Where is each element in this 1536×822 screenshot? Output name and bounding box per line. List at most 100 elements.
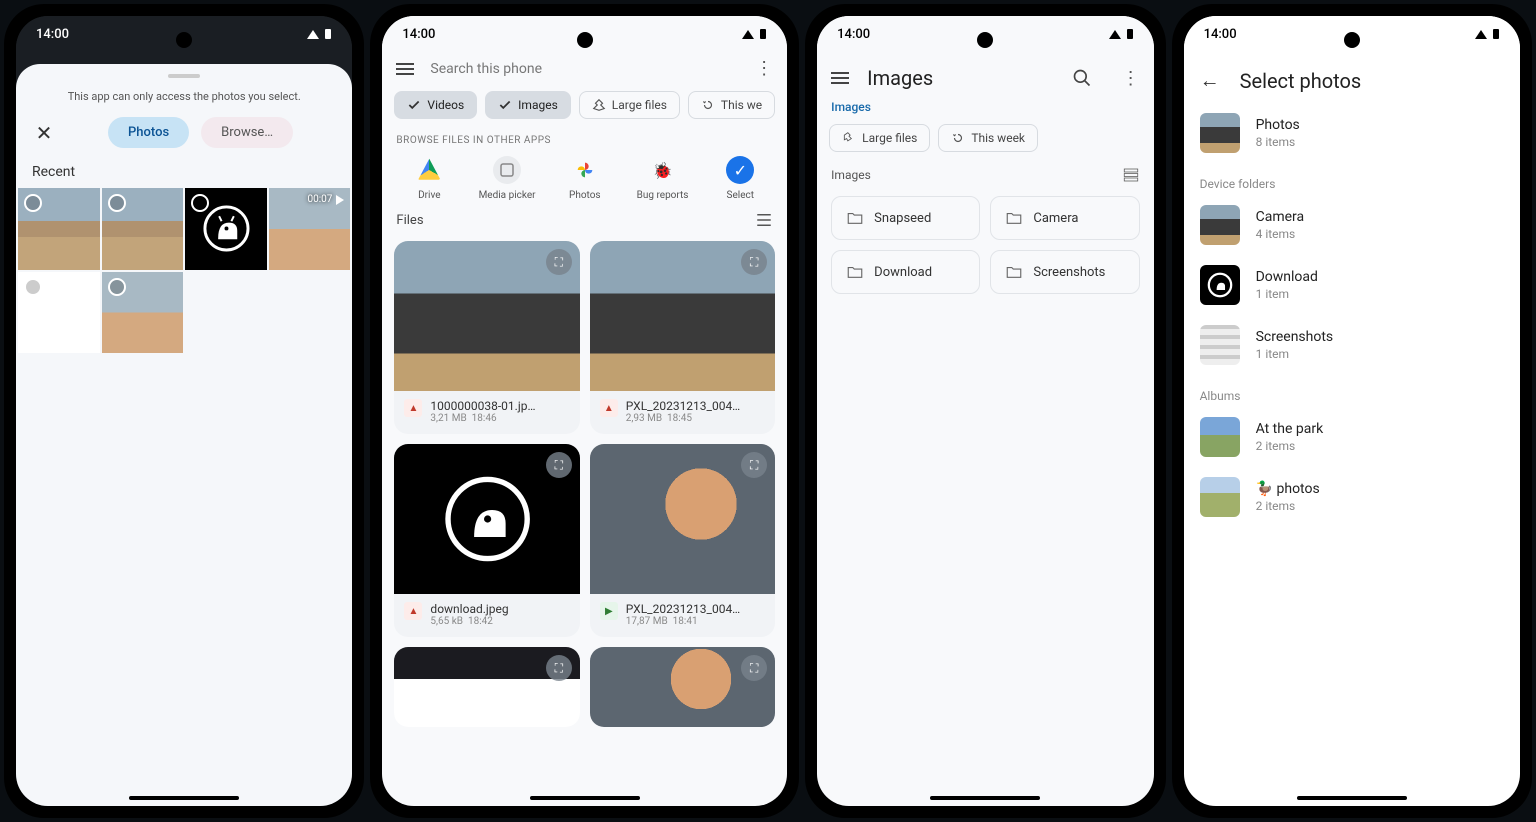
- list-item-photos[interactable]: Photos8 items: [1184, 103, 1520, 163]
- file-card[interactable]: ⛶ ▲PXL_20231213_004…2,93 MB 18:45: [590, 241, 775, 434]
- hamburger-icon[interactable]: [831, 72, 849, 84]
- list-item-download[interactable]: Download1 item: [1184, 255, 1520, 315]
- expand-icon[interactable]: ⛶: [546, 655, 572, 681]
- status-icons: [1474, 28, 1500, 40]
- list-item-duck-photos[interactable]: 🦆 photos2 items: [1184, 467, 1520, 527]
- video-duration-badge: 00:07: [308, 194, 345, 205]
- app-icons-row: Drive Media picker Photos 🐞Bug reports ✓…: [382, 152, 787, 205]
- select-ring-icon: [108, 278, 126, 296]
- app-bar: Search this phone ⋮: [382, 52, 787, 85]
- filetype-image-icon: ▲: [600, 399, 618, 417]
- tab-browse[interactable]: Browse…: [201, 117, 293, 148]
- video-thumb[interactable]: 00:07: [269, 188, 351, 270]
- file-card[interactable]: ⛶: [394, 647, 579, 727]
- phone-1: 14:00 This app can only access the photo…: [4, 4, 364, 818]
- filetype-video-icon: ▶: [600, 602, 618, 620]
- search-icon[interactable]: [1072, 68, 1092, 88]
- expand-icon[interactable]: ⛶: [546, 452, 572, 478]
- nav-pill[interactable]: [530, 796, 640, 800]
- status-time: 14:00: [36, 27, 69, 42]
- folder-screenshots[interactable]: Screenshots: [990, 250, 1139, 294]
- chip-this-week[interactable]: This week: [938, 124, 1038, 152]
- expand-icon[interactable]: ⛶: [741, 655, 767, 681]
- play-icon: [336, 195, 344, 205]
- photo-thumb[interactable]: [102, 272, 184, 354]
- folder-icon: [1005, 263, 1023, 281]
- folder-icon: [846, 263, 864, 281]
- list-thumb: [1200, 417, 1240, 457]
- folder-camera[interactable]: Camera: [990, 196, 1139, 240]
- expand-icon[interactable]: ⛶: [546, 249, 572, 275]
- list-item-at-the-park[interactable]: At the park2 items: [1184, 407, 1520, 467]
- list-thumb: [1200, 477, 1240, 517]
- expand-icon[interactable]: ⛶: [741, 452, 767, 478]
- tab-photos[interactable]: Photos: [108, 117, 189, 148]
- access-message: This app can only access the photos you …: [16, 90, 352, 103]
- section-albums: Albums: [1184, 375, 1520, 407]
- file-card[interactable]: ⛶ ▲1000000038-01.jp…3,21 MB 18:46: [394, 241, 579, 434]
- more-icon[interactable]: ⋮: [1122, 68, 1140, 89]
- photo-thumb[interactable]: [18, 272, 100, 354]
- status-icons: [1108, 28, 1134, 40]
- nav-pill[interactable]: [129, 796, 239, 800]
- list-item-screenshots[interactable]: Screenshots1 item: [1184, 315, 1520, 375]
- nav-pill[interactable]: [1297, 796, 1407, 800]
- folders-grid: Snapseed Camera Download Screenshots: [817, 192, 1153, 298]
- more-icon[interactable]: ⋮: [755, 58, 773, 79]
- chip-large-files[interactable]: Large files: [829, 124, 930, 152]
- back-icon[interactable]: ←: [1200, 68, 1220, 93]
- status-icons: [741, 28, 767, 40]
- chip-videos[interactable]: Videos: [394, 91, 477, 119]
- section-recent-label: Recent: [16, 158, 352, 186]
- phone-2: 14:00 Search this phone ⋮ Videos Images …: [370, 4, 799, 818]
- app-bar: Images ⋮: [817, 52, 1153, 96]
- nav-pill[interactable]: [930, 796, 1040, 800]
- select-ring-icon: [24, 194, 42, 212]
- list-thumb: [1200, 205, 1240, 245]
- phone-3: 14:00 Images ⋮ Images Large files This w…: [805, 4, 1165, 818]
- section-device-folders: Device folders: [1184, 163, 1520, 195]
- status-icons: [306, 28, 332, 40]
- chip-images[interactable]: Images: [485, 91, 571, 119]
- app-bar: ← Select photos: [1184, 52, 1520, 103]
- images-section-header: Images: [817, 158, 1153, 192]
- photo-thumb[interactable]: [185, 188, 267, 270]
- file-card[interactable]: ⛶ ▶PXL_20231213_004…17,87 MB 18:41: [590, 444, 775, 637]
- camera-cutout: [577, 32, 593, 48]
- files-grid: ⛶ ▲1000000038-01.jp…3,21 MB 18:46 ⛶ ▲PXL…: [382, 235, 787, 733]
- app-photos[interactable]: Photos: [555, 156, 615, 201]
- list-view-icon[interactable]: [1122, 166, 1140, 184]
- photo-thumb[interactable]: [102, 188, 184, 270]
- app-bug-reports[interactable]: 🐞Bug reports: [633, 156, 693, 201]
- chip-large-files[interactable]: Large files: [579, 91, 680, 119]
- list-thumb: [1200, 265, 1240, 305]
- folder-icon: [1005, 209, 1023, 227]
- filter-chips: Videos Images Large files This we: [382, 85, 787, 125]
- list-view-icon[interactable]: [755, 211, 773, 229]
- hamburger-icon[interactable]: [396, 63, 414, 75]
- page-title: Select photos: [1240, 69, 1362, 93]
- close-icon[interactable]: ✕: [32, 121, 56, 145]
- folder-icon: [846, 209, 864, 227]
- select-ring-icon: [108, 194, 126, 212]
- camera-cutout: [977, 32, 993, 48]
- phone-4: 14:00 ← Select photos Photos8 items Devi…: [1172, 4, 1532, 818]
- sheet-drag-handle[interactable]: [168, 74, 200, 78]
- app-drive[interactable]: Drive: [399, 156, 459, 201]
- chip-this-week[interactable]: This we: [688, 91, 775, 119]
- file-card[interactable]: ⛶: [590, 647, 775, 727]
- app-media-picker[interactable]: Media picker: [477, 156, 537, 201]
- list-item-camera[interactable]: Camera4 items: [1184, 195, 1520, 255]
- status-time: 14:00: [1204, 27, 1237, 42]
- file-card[interactable]: ⛶ ▲download.jpeg5,65 kB 18:42: [394, 444, 579, 637]
- files-header: Files: [382, 205, 787, 235]
- expand-icon[interactable]: ⛶: [741, 249, 767, 275]
- status-time: 14:00: [837, 27, 870, 42]
- photo-picker-sheet: This app can only access the photos you …: [16, 64, 352, 806]
- search-input[interactable]: Search this phone: [430, 61, 739, 77]
- app-select[interactable]: ✓Select: [710, 156, 770, 201]
- photo-thumb[interactable]: [18, 188, 100, 270]
- breadcrumb[interactable]: Images: [817, 96, 1153, 118]
- folder-snapseed[interactable]: Snapseed: [831, 196, 980, 240]
- folder-download[interactable]: Download: [831, 250, 980, 294]
